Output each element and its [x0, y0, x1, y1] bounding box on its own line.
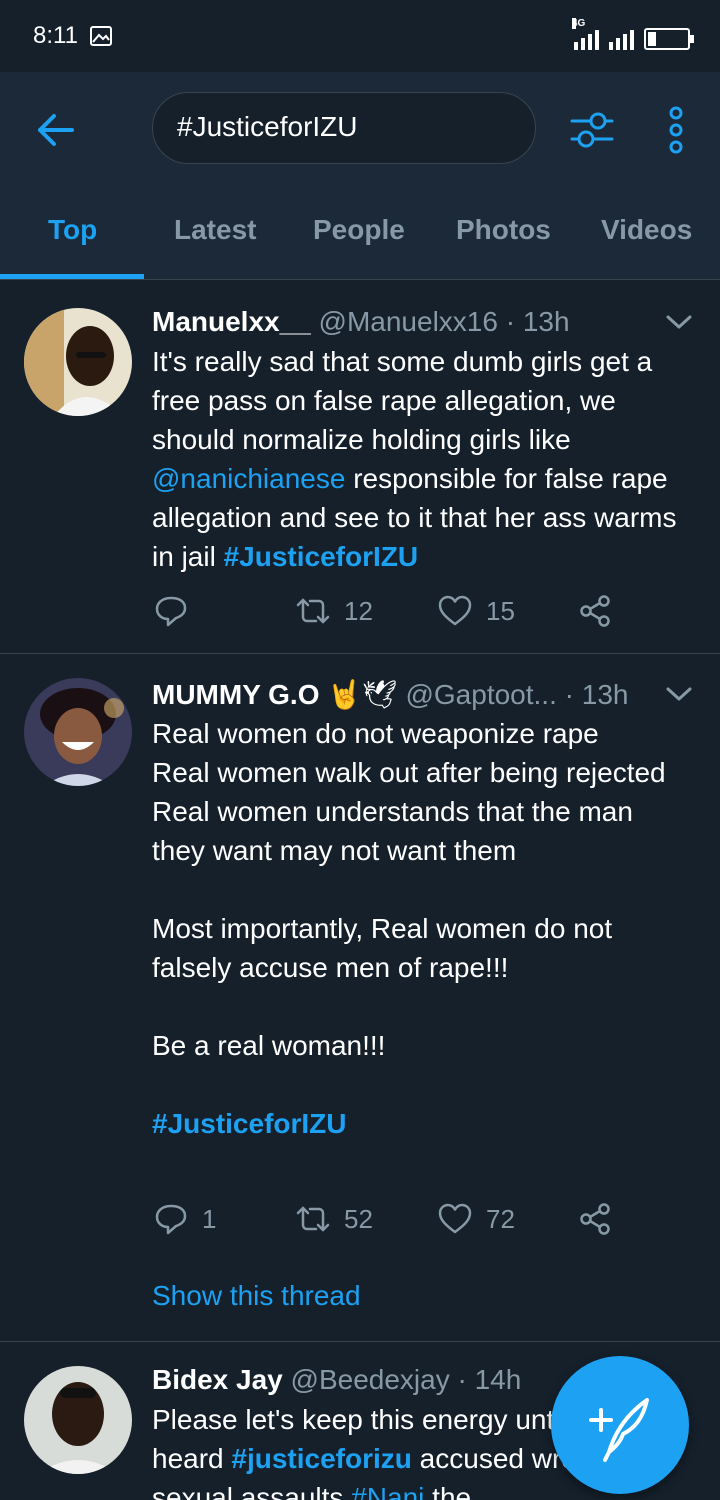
chevron-down-icon[interactable] [666, 686, 692, 702]
user-handle[interactable]: @Manuelxx16 [319, 306, 498, 337]
retweet-icon [296, 1206, 330, 1232]
tweet-time: 13h [522, 306, 570, 337]
tab-people[interactable]: People [313, 214, 405, 246]
avatar[interactable] [24, 1366, 132, 1474]
status-time: 8:11 [33, 22, 78, 49]
name-emoji: 🤘🕊 [327, 679, 398, 710]
network-type: 4G [572, 18, 586, 29]
tweet-text: Real women do not weaponize rape Real wo… [152, 714, 692, 1143]
image-notification-icon [90, 26, 112, 46]
share-icon [580, 595, 610, 627]
tweet[interactable]: Manuelxx__ @Manuelxx16 · 13h It's really… [0, 282, 720, 654]
like-button[interactable]: 72 [438, 1202, 515, 1236]
reply-icon [155, 1204, 187, 1235]
chevron-down-icon[interactable] [666, 314, 692, 330]
more-options-icon[interactable] [664, 106, 688, 154]
tweet-text: It's really sad that some dumb girls get… [152, 342, 692, 576]
tweet-line: Be a real woman!!! [152, 1030, 386, 1061]
display-name[interactable]: Manuelxx__ [152, 306, 311, 337]
signal-4g-icon: 4G [572, 18, 599, 50]
heart-icon [438, 1203, 472, 1234]
reply-count: 1 [202, 1203, 217, 1234]
tweet-time: 13h [581, 679, 629, 710]
avatar[interactable] [24, 308, 132, 416]
retweet-button[interactable]: 12 [296, 594, 373, 628]
tweet-header: Manuelxx__ @Manuelxx16 · 13h [152, 306, 570, 337]
search-tabs: Top Latest People Photos Videos [0, 192, 720, 280]
tab-top[interactable]: Top [48, 214, 97, 246]
hashtag-link[interactable]: #Nani [351, 1482, 424, 1500]
compose-tweet-button[interactable] [551, 1356, 689, 1494]
tweet-line: Real women understands that the man they… [152, 796, 633, 866]
avatar[interactable] [24, 678, 132, 786]
share-icon [580, 1203, 610, 1235]
battery-icon [644, 28, 694, 50]
retweet-count: 12 [344, 595, 373, 626]
like-button[interactable]: 15 [438, 594, 515, 628]
active-tab-indicator [0, 274, 144, 279]
user-handle[interactable]: @Gaptoot... [405, 679, 556, 710]
tweet-line: Real women do not weaponize rape [152, 718, 599, 749]
tweet-line: Most importantly, Real women do not fals… [152, 913, 613, 983]
back-arrow-icon[interactable] [34, 108, 78, 152]
like-count: 72 [486, 1203, 515, 1234]
status-indicators: 4G [572, 18, 694, 50]
filter-settings-icon[interactable] [568, 106, 616, 154]
user-handle[interactable]: @Beedexjay [291, 1364, 450, 1395]
tweet-text-part: It's really sad that some dumb girls get… [152, 346, 653, 455]
compose-feather-icon [589, 1398, 649, 1462]
tweet-text-part: the [424, 1482, 472, 1500]
heart-icon [438, 595, 472, 626]
tab-latest[interactable]: Latest [174, 214, 256, 246]
search-header [0, 72, 720, 192]
tweet-actions: 1 52 72 [152, 1202, 632, 1242]
tweet-header: MUMMY G.O 🤘🕊 @Gaptoot... · 13h [152, 679, 629, 710]
share-button[interactable] [578, 594, 612, 628]
display-name[interactable]: MUMMY G.O [152, 679, 319, 710]
tweet-line: Real women walk out after being rejected [152, 757, 666, 788]
retweet-count: 52 [344, 1203, 373, 1234]
tweet-header: Bidex Jay @Beedexjay · 14h [152, 1364, 522, 1395]
share-button[interactable] [578, 1202, 612, 1236]
search-input[interactable] [177, 111, 517, 143]
signal-icon [609, 28, 634, 50]
tab-videos[interactable]: Videos [601, 214, 692, 246]
hashtag-link[interactable]: #justiceforizu [231, 1443, 411, 1474]
hashtag-link[interactable]: #JusticeforIZU [152, 1104, 692, 1143]
search-box[interactable] [152, 92, 536, 164]
mention-link[interactable]: @nanichianese [152, 463, 345, 494]
status-bar: 8:11 4G [0, 0, 720, 72]
tweet-time: 14h [474, 1364, 522, 1395]
display-name[interactable]: Bidex Jay [152, 1364, 283, 1395]
like-count: 15 [486, 595, 515, 626]
reply-button[interactable]: 1 [154, 1202, 216, 1236]
reply-icon [155, 596, 187, 627]
hashtag-link[interactable]: #JusticeforIZU [224, 541, 419, 572]
tweet[interactable]: MUMMY G.O 🤘🕊 @Gaptoot... · 13h Real wome… [0, 654, 720, 1342]
tweet-actions: 12 15 [152, 594, 632, 634]
retweet-button[interactable]: 52 [296, 1202, 373, 1236]
show-thread-link[interactable]: Show this thread [152, 1280, 361, 1312]
retweet-icon [296, 598, 330, 624]
reply-button[interactable] [154, 594, 202, 628]
tab-photos[interactable]: Photos [456, 214, 551, 246]
